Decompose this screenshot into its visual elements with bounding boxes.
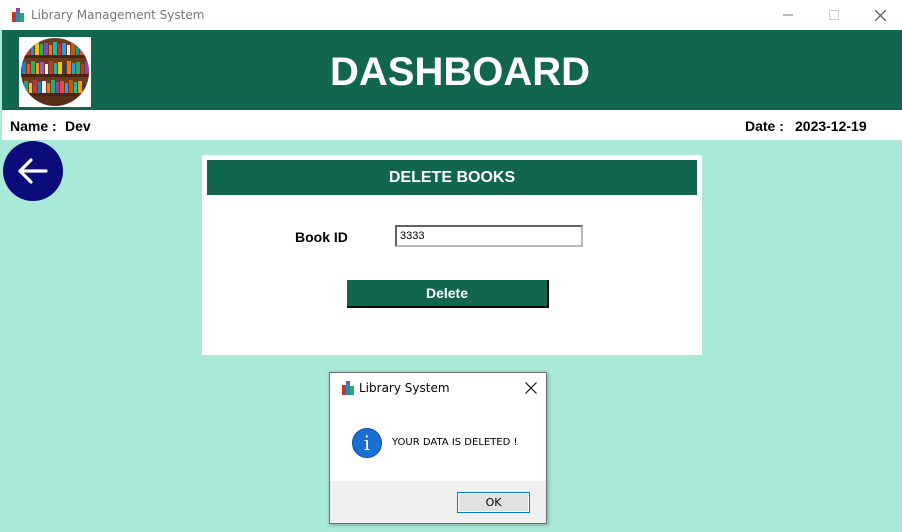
- info-icon: i: [352, 428, 382, 458]
- dialog-title: Library System: [359, 381, 450, 395]
- books-icon: [12, 8, 24, 22]
- close-window-button[interactable]: [857, 0, 902, 30]
- delete-books-panel: DELETE BOOKS Book ID Delete: [202, 155, 702, 355]
- app-window: Library Management System DASHBOARD Name…: [0, 0, 902, 532]
- minimize-icon: [783, 14, 793, 16]
- page-title: DASHBOARD: [330, 50, 590, 94]
- name-label: Name :: [10, 118, 57, 134]
- arrow-left-icon: [18, 158, 48, 184]
- panel-title: DELETE BOOKS: [207, 160, 697, 195]
- book-id-label: Book ID: [295, 229, 348, 245]
- date-label: Date :: [745, 118, 784, 134]
- dialog-footer: OK: [330, 481, 546, 523]
- dialog-title-bar: Library System: [330, 373, 546, 403]
- user-info-bar: Name : Dev Date : 2023-12-19: [2, 110, 902, 140]
- message-dialog: Library System i YOUR DATA IS DELETED ! …: [329, 372, 547, 524]
- maximize-icon: [829, 10, 839, 20]
- back-button[interactable]: [3, 141, 63, 201]
- window-title: Library Management System: [31, 8, 205, 22]
- books-icon: [342, 381, 354, 395]
- maximize-button[interactable]: [811, 0, 857, 30]
- delete-button[interactable]: Delete: [347, 280, 549, 308]
- dialog-close-button[interactable]: [516, 373, 546, 403]
- ok-button[interactable]: OK: [457, 492, 530, 513]
- dashboard-header: DASHBOARD: [2, 30, 902, 110]
- date-value: 2023-12-19: [795, 118, 867, 134]
- close-icon: [525, 382, 537, 394]
- book-id-input[interactable]: [395, 225, 583, 247]
- minimize-button[interactable]: [765, 0, 811, 30]
- close-icon: [874, 9, 886, 21]
- dialog-message: YOUR DATA IS DELETED !: [392, 437, 518, 448]
- title-bar: Library Management System: [0, 0, 902, 30]
- name-value: Dev: [65, 118, 91, 134]
